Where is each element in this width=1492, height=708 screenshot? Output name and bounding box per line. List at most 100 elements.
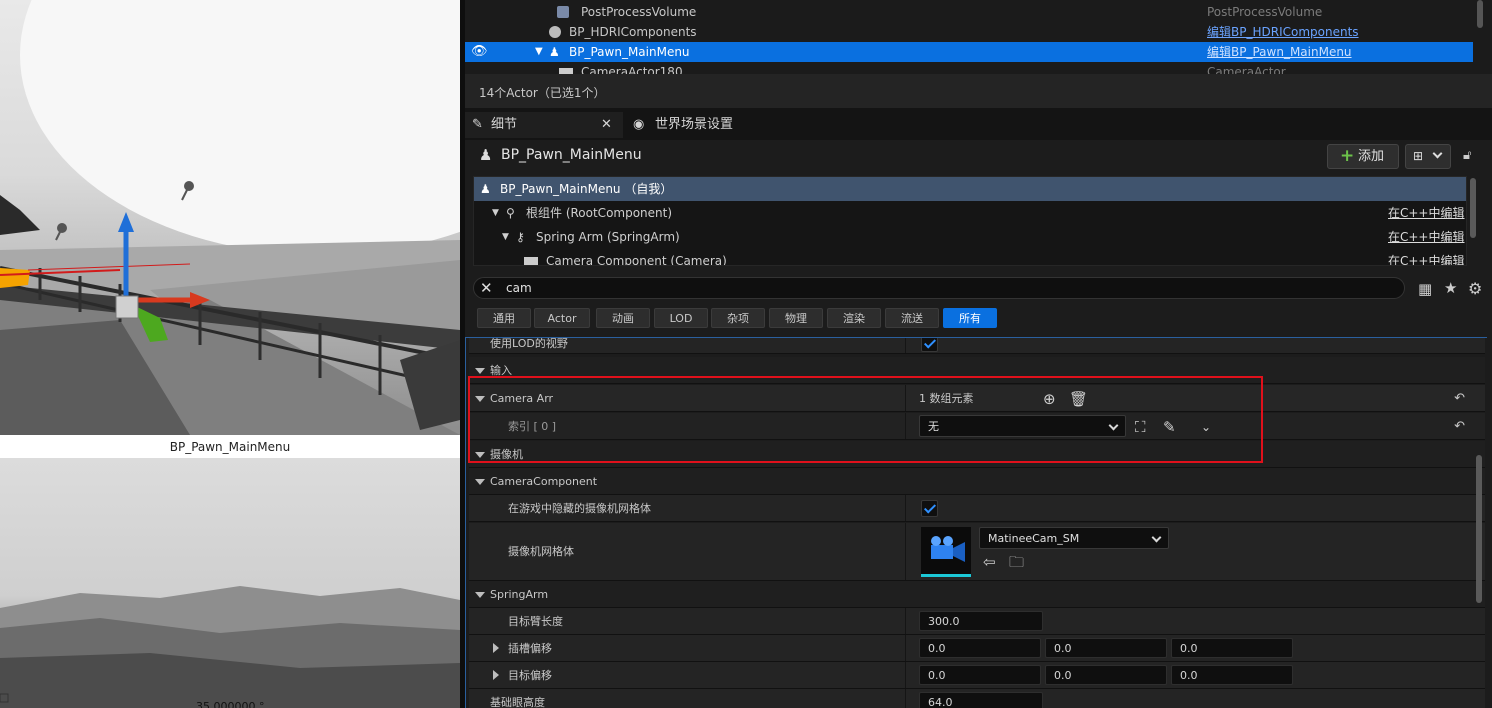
settings-gear-icon[interactable]: ⚙ [1468,279,1482,298]
filter-animation[interactable]: 动画 [596,308,650,328]
expand-arrow-icon[interactable] [475,368,485,374]
component-row-spring-arm[interactable]: ▼ ⚷ Spring Arm (SpringArm) 在C++中编辑 [474,225,1466,249]
tab-world-settings[interactable]: ◉ 世界场景设置 [629,112,769,138]
reset-to-default-icon[interactable]: ↶ [1454,391,1465,406]
filter-misc[interactable]: 杂项 [711,308,765,328]
browse-asset-icon[interactable]: 🗀 [1009,554,1024,570]
blueprint-options-button[interactable]: ⊞ [1405,144,1451,169]
expand-arrow-icon[interactable]: ▼ [502,225,509,249]
camera-icon [524,257,538,265]
socket-offset-x-input[interactable]: 0.0 [919,638,1041,658]
add-component-button[interactable]: + 添加 [1327,144,1399,169]
expand-arrow-icon[interactable] [493,643,499,653]
target-offset-z-input[interactable]: 0.0 [1171,665,1293,685]
outliner-row-type-link[interactable]: 编辑BP_HDRIComponents [1207,22,1359,42]
viewport-caption: BP_Pawn_MainMenu [169,440,291,454]
expand-arrow-icon[interactable] [493,670,499,680]
checkbox-hide-mesh[interactable] [921,500,938,517]
socket-offset-z-input[interactable]: 0.0 [1171,638,1293,658]
clear-search-icon[interactable]: ✕ [480,278,493,299]
plus-icon: + [1340,146,1355,166]
pencil-icon: ✎ [472,117,483,132]
camera-preview-viewport[interactable] [0,458,460,708]
edit-in-cpp-link[interactable]: 在C++中编辑 [1388,225,1465,249]
column-divider[interactable] [905,523,906,580]
target-offset-x-input[interactable]: 0.0 [919,665,1041,685]
component-label: BP_Pawn_MainMenu （自我） [500,182,673,196]
use-selected-asset-icon[interactable]: ⇦ [983,554,996,570]
component-tree-scrollbar[interactable] [1470,178,1476,238]
spring-arm-icon: ⚷ [516,230,525,244]
column-divider[interactable] [905,338,906,353]
edit-in-cpp-link[interactable]: 在C++中编辑 [1388,249,1465,265]
tab-details[interactable]: ✎ 细节 ✕ [465,112,623,138]
component-row-root[interactable]: ▼ ⚲ 根组件 (RootComponent) 在C++中编辑 [474,201,1466,225]
outliner-scrollbar[interactable] [1477,0,1483,28]
chevron-down-icon [1151,532,1162,543]
component-row-camera[interactable]: Camera Component (Camera) 在C++中编辑 [474,249,1466,265]
filter-general[interactable]: 通用 [477,308,531,328]
filter-actor[interactable]: Actor [534,308,590,328]
subcategory-spring-arm[interactable]: SpringArm [469,581,1485,608]
actor-count: 14个Actor（已选1个） [479,86,606,100]
outliner-row-type-link[interactable]: 编辑BP_Pawn_MainMenu [1207,42,1352,62]
prop-label: 插槽偏移 [508,642,552,655]
expand-arrow-icon[interactable]: ▼ [535,42,543,62]
pawn-icon: ♟ [480,182,491,196]
filter-all[interactable]: 所有 [943,308,997,328]
outliner-row-type: PostProcessVolume [1207,5,1323,19]
dropdown-value: MatineeCam_SM [988,532,1080,545]
column-divider[interactable] [905,635,906,661]
details-search-input[interactable]: ✕ cam [473,277,1405,299]
prop-label: 基础眼高度 [490,696,545,708]
outliner-row[interactable]: PostProcessVolume PostProcessVolume [465,2,1473,22]
target-offset-y-input[interactable]: 0.0 [1045,665,1167,685]
camera-mesh-dropdown[interactable]: MatineeCam_SM [979,527,1169,549]
right-panel: PostProcessVolume PostProcessVolume BP_H… [465,0,1492,708]
expand-arrow-icon[interactable] [475,479,485,485]
filter-streaming[interactable]: 流送 [885,308,939,328]
outliner-row-name: PostProcessVolume [581,5,697,19]
top-viewport[interactable] [0,0,460,435]
close-tab-icon[interactable]: ✕ [601,112,612,138]
filter-lod[interactable]: LOD [654,308,708,328]
table-view-icon[interactable]: ▦ [1418,280,1432,298]
pawn-icon: ♟ [549,45,560,59]
outliner-row-selected[interactable]: 👁 ▼ ♟ BP_Pawn_MainMenu 编辑BP_Pawn_MainMen… [465,42,1473,62]
lock-icon[interactable]: 🔓︎ [1463,148,1471,163]
property-list-scrollbar[interactable] [1476,455,1482,603]
target-arm-length-input[interactable]: 300.0 [919,611,1043,631]
category-label: CameraComponent [490,475,598,488]
outliner-row-name: CameraActor180 [581,65,683,74]
chevron-down-icon [1432,148,1443,159]
column-divider[interactable] [905,608,906,634]
base-eye-height-input[interactable]: 64.0 [919,692,1043,708]
column-divider[interactable] [905,662,906,688]
column-divider[interactable] [905,689,906,708]
mesh-thumbnail[interactable] [921,527,971,577]
subcategory-camera-component[interactable]: CameraComponent [469,468,1485,495]
prop-label: 目标偏移 [508,669,552,682]
actor-name: BP_Pawn_MainMenu [501,147,642,163]
highlight-box [468,376,1263,463]
column-divider[interactable] [905,495,906,521]
socket-offset-y-input[interactable]: 0.0 [1045,638,1167,658]
outliner-row[interactable]: BP_HDRIComponents 编辑BP_HDRIComponents [465,22,1473,42]
eye-icon[interactable]: 👁 [471,42,488,62]
expand-arrow-icon[interactable] [475,592,485,598]
favorite-star-icon[interactable]: ★ [1444,279,1457,297]
hierarchy-icon: ⊞ [1413,149,1424,163]
component-row-self[interactable]: ♟ BP_Pawn_MainMenu （自我） [474,177,1466,201]
filter-rendering[interactable]: 渲染 [827,308,881,328]
prop-camera-mesh: 摄像机网格体 MatineeCam_SM ⇦ 🗀 [469,523,1485,581]
edit-in-cpp-link[interactable]: 在C++中编辑 [1388,201,1465,225]
prop-label: 使用LOD的视野 [490,337,568,350]
filter-physics[interactable]: 物理 [769,308,823,328]
expand-arrow-icon[interactable]: ▼ [492,201,499,225]
prop-base-eye-height: 基础眼高度 64.0 [469,689,1485,708]
outliner-row[interactable]: CameraActor180 CameraActor [465,62,1473,74]
checkbox-use-lod-view[interactable] [921,338,938,352]
reset-to-default-icon[interactable]: ↶ [1454,419,1465,434]
outliner-row-name: BP_HDRIComponents [569,25,697,39]
component-tree: ♟ BP_Pawn_MainMenu （自我） ▼ ⚲ 根组件 (RootCom… [473,176,1467,266]
